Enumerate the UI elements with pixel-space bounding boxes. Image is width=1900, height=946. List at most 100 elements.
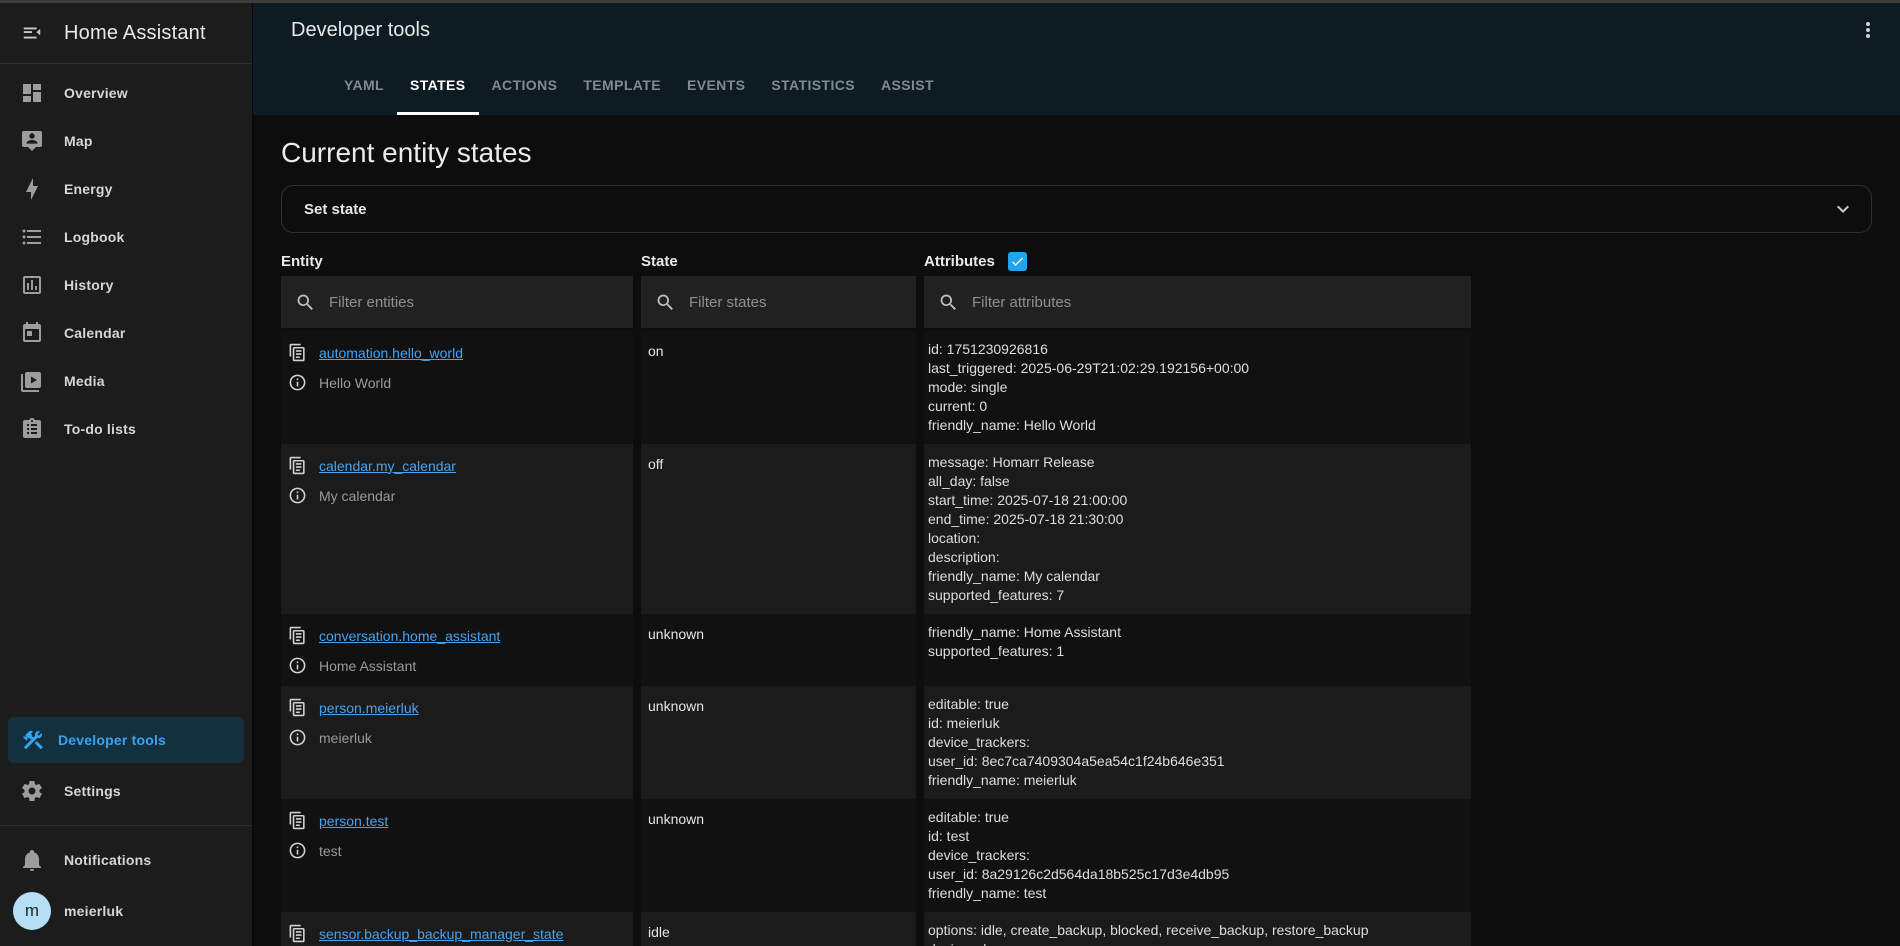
sidebar-item-media[interactable]: Media	[0, 357, 252, 405]
filter-attributes-input[interactable]	[972, 294, 1459, 311]
column-header-attributes: Attributes	[924, 253, 995, 270]
info-icon[interactable]	[288, 841, 307, 860]
user-name: meierluk	[64, 903, 123, 919]
sidebar-item-developer-tools[interactable]: Developer tools	[8, 717, 244, 763]
sidebar-item-settings[interactable]: Settings	[0, 767, 252, 815]
tab-assist[interactable]: ASSIST	[868, 57, 947, 115]
format-list-icon	[0, 225, 64, 249]
gear-icon	[0, 779, 64, 803]
friendly-name: test	[319, 843, 342, 859]
tab-template[interactable]: TEMPLATE	[570, 57, 674, 115]
entity-link[interactable]: sensor.backup_backup_manager_state	[319, 926, 563, 942]
lightning-bolt-icon	[0, 177, 64, 201]
friendly-name: meierluk	[319, 730, 372, 746]
friendly-name: Home Assistant	[319, 658, 416, 674]
entity-state: off	[641, 444, 916, 614]
sidebar-item-logbook[interactable]: Logbook	[0, 213, 252, 261]
set-state-expander[interactable]: Set state	[281, 185, 1872, 233]
tab-states[interactable]: STATES	[397, 57, 479, 115]
overflow-menu-icon[interactable]	[1852, 14, 1884, 46]
copy-entity-id-icon[interactable]	[288, 343, 307, 362]
chevron-down-icon	[1831, 197, 1855, 221]
friendly-name: My calendar	[319, 488, 395, 504]
info-icon[interactable]	[288, 656, 307, 675]
tooltip-account-icon	[0, 129, 64, 153]
entity-link[interactable]: person.test	[319, 813, 388, 829]
entity-attributes: friendly_name: Home Assistantsupported_f…	[924, 614, 1471, 686]
table-row: automation.hello_world Hello World on id…	[281, 331, 1471, 444]
entity-state: unknown	[641, 799, 916, 912]
entity-attributes: editable: trueid: testdevice_trackers:us…	[924, 799, 1471, 912]
table-row: sensor.backup_backup_manager_state Backu…	[281, 912, 1471, 946]
sidebar-item-todo-lists[interactable]: To-do lists	[0, 405, 252, 453]
entity-attributes: message: Homarr Releaseall_day: falsesta…	[924, 444, 1471, 614]
tab-statistics[interactable]: STATISTICS	[758, 57, 868, 115]
search-icon	[938, 292, 959, 313]
sidebar-item-energy[interactable]: Energy	[0, 165, 252, 213]
main-content: Current entity states Set state Entity S…	[253, 115, 1900, 946]
sidebar-item-history[interactable]: History	[0, 261, 252, 309]
entity-link[interactable]: automation.hello_world	[319, 345, 463, 361]
sidebar-item-overview[interactable]: Overview	[0, 69, 252, 117]
table-header-row: Entity State Attributes	[281, 246, 1471, 276]
info-icon[interactable]	[288, 728, 307, 747]
copy-entity-id-icon[interactable]	[288, 924, 307, 943]
sidebar-menu: Overview Map Energy Logbook History	[0, 64, 252, 453]
table-filter-row	[281, 276, 1471, 328]
filter-states-input[interactable]	[689, 294, 904, 311]
sidebar-item-user[interactable]: m meierluk	[0, 884, 252, 938]
search-icon	[295, 292, 316, 313]
play-box-multiple-icon	[0, 369, 64, 393]
page-title: Developer tools	[291, 19, 430, 42]
entity-attributes: id: 1751230926816last_triggered: 2025-06…	[924, 331, 1471, 444]
sidebar-divider	[0, 825, 252, 826]
calendar-icon	[0, 321, 64, 345]
entity-attributes: options: idle, create_backup, blocked, r…	[924, 912, 1471, 946]
sidebar-item-notifications[interactable]: Notifications	[0, 836, 252, 884]
tab-yaml[interactable]: YAML	[331, 57, 397, 115]
sidebar-item-map[interactable]: Map	[0, 117, 252, 165]
state-filter	[641, 276, 916, 328]
filter-entities-input[interactable]	[329, 294, 621, 311]
clipboard-list-icon	[0, 417, 64, 441]
copy-entity-id-icon[interactable]	[288, 626, 307, 645]
entity-link[interactable]: conversation.home_assistant	[319, 628, 500, 644]
entity-state: unknown	[641, 614, 916, 686]
copy-entity-id-icon[interactable]	[288, 811, 307, 830]
copy-entity-id-icon[interactable]	[288, 456, 307, 475]
sidebar-item-calendar[interactable]: Calendar	[0, 309, 252, 357]
bell-icon	[0, 848, 64, 872]
section-heading: Current entity states	[281, 137, 1872, 169]
entity-attributes: editable: trueid: meierlukdevice_tracker…	[924, 686, 1471, 799]
entity-link[interactable]: calendar.my_calendar	[319, 458, 456, 474]
entity-state: on	[641, 331, 916, 444]
tab-events[interactable]: EVENTS	[674, 57, 758, 115]
table-body: automation.hello_world Hello World on id…	[281, 331, 1471, 946]
view-dashboard-icon	[0, 81, 64, 105]
entity-states-table: Entity State Attributes	[281, 246, 1471, 946]
info-icon[interactable]	[288, 373, 307, 392]
table-row: person.test test unknown editable: truei…	[281, 799, 1471, 912]
entity-state: idle	[641, 912, 916, 946]
table-row: person.meierluk meierluk unknown editabl…	[281, 686, 1471, 799]
app-title: Home Assistant	[64, 22, 206, 45]
friendly-name: Hello World	[319, 375, 391, 391]
column-header-entity: Entity	[281, 253, 633, 270]
tab-bar: YAML STATES ACTIONS TEMPLATE EVENTS STAT…	[253, 57, 1900, 115]
chart-box-icon	[0, 273, 64, 297]
info-icon[interactable]	[288, 486, 307, 505]
hammer-icon	[8, 728, 58, 752]
search-icon	[655, 292, 676, 313]
table-row: conversation.home_assistant Home Assista…	[281, 614, 1471, 686]
table-row: calendar.my_calendar My calendar off mes…	[281, 444, 1471, 614]
page-header: Developer tools YAML STATES ACTIONS TEMP…	[253, 3, 1900, 115]
attributes-filter	[924, 276, 1471, 328]
entity-link[interactable]: person.meierluk	[319, 700, 419, 716]
tab-actions[interactable]: ACTIONS	[479, 57, 571, 115]
sidebar-bottom: Developer tools Settings Notifications m…	[0, 713, 252, 946]
avatar: m	[13, 892, 51, 930]
attributes-checkbox[interactable]	[1008, 252, 1027, 271]
entity-filter	[281, 276, 633, 328]
copy-entity-id-icon[interactable]	[288, 698, 307, 717]
sidebar-toggle-icon[interactable]	[0, 22, 64, 44]
